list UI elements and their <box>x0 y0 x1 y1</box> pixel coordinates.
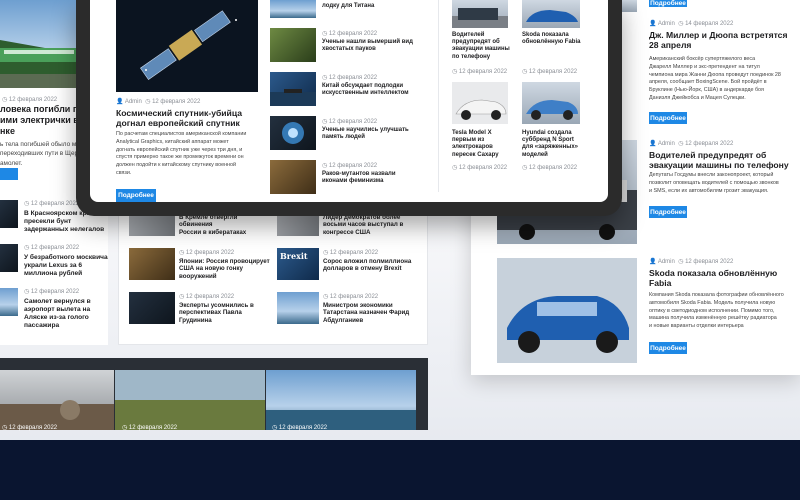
list-thumb-4[interactable] <box>270 160 316 194</box>
a1-meta: 👤 Admin ◷ 14 февраля 2022 <box>649 21 734 27</box>
a3-title[interactable]: Skoda показала обновлённую Fabia <box>649 268 799 289</box>
mid-title-2[interactable]: Японии: Россия провоцирует США на новую … <box>179 258 275 280</box>
mid-title-5[interactable]: Сорос вложил полмиллиона долларов в отме… <box>323 258 423 273</box>
mid-title-1[interactable]: В Кремле отвергли обвинения России в киб… <box>179 214 271 236</box>
band-date-1: ◷ 12 февраля 2022 <box>2 425 58 431</box>
image-band: ◷ 12 февраля 2022 ◷ 12 февраля 2022 ◷ 12… <box>0 358 428 431</box>
satellite-image[interactable] <box>116 0 258 92</box>
list-title-3[interactable]: Ученые научились улучшать память людей <box>322 127 432 141</box>
mid-title-4[interactable]: Лидер демократов более восьми часов выст… <box>323 214 423 236</box>
featured-meta: 👤 Admin ◷ 12 февраля 2022 <box>116 99 201 105</box>
left-list-date-2: ◷ 12 февраля 2022 <box>24 245 80 251</box>
list-thumb-1[interactable] <box>270 28 316 62</box>
tablet-device: 👤 Admin ◷ 12 февраля 2022 Космический сп… <box>76 0 622 216</box>
mid-thumb-3[interactable] <box>129 292 175 324</box>
list-title-0[interactable]: лодку для Титана <box>322 3 432 10</box>
band-image-1[interactable] <box>0 370 114 430</box>
a3-text: Компания Skoda показала фотографии обнов… <box>649 292 784 330</box>
grid-thumb-3[interactable] <box>452 82 508 124</box>
grid-thumb-2[interactable] <box>522 0 580 28</box>
middle-news-panel: В Кремле отвергли обвинения России в киб… <box>118 205 428 345</box>
grid-date-1: ◷ 12 февраля 2022 <box>452 69 508 75</box>
tablet-screen: 👤 Admin ◷ 12 февраля 2022 Космический сп… <box>90 0 608 202</box>
band-date-3: ◷ 12 февраля 2022 <box>272 425 328 431</box>
a2-text: Депутаты Госдумы внесли законопроект, ко… <box>649 172 779 194</box>
band-date-2: ◷ 12 февраля 2022 <box>122 425 178 431</box>
mid-date-6: ◷ 12 февраля 2022 <box>323 294 379 300</box>
left-list-date-1: ◷ 12 февраля 2022 <box>24 201 80 207</box>
grid-title-2[interactable]: Skoda показала обновлённую Fabia <box>522 32 584 46</box>
featured-text: По расчетам специалистов американской ко… <box>116 131 247 177</box>
list-title-2[interactable]: Китай обсуждает подлодки искусственным и… <box>322 83 432 97</box>
band-image-3[interactable] <box>266 370 416 430</box>
list-thumb-0[interactable] <box>270 0 316 18</box>
grid-title-4[interactable]: Hyundai создала суббренд N Sport для «за… <box>522 130 584 159</box>
a2-title[interactable]: Водителей предупредят об эвакуации машин… <box>649 150 799 171</box>
brexit-label: Brexit <box>280 251 308 261</box>
mid-title-6[interactable]: Министром экономики Татарстана назначен … <box>323 302 423 324</box>
mid-date-2: ◷ 12 февраля 2022 <box>179 250 235 256</box>
left-list-title-3[interactable]: Самолет вернулся в аэропорт вылета на Ал… <box>24 298 108 330</box>
left-more-button[interactable] <box>0 168 18 180</box>
column-divider <box>438 0 439 192</box>
a2-meta: 👤 Admin ◷ 12 февраля 2022 <box>649 141 734 147</box>
featured-more-button[interactable]: Подробнее <box>116 189 156 202</box>
grid-thumb-4[interactable] <box>522 82 580 124</box>
list-title-1[interactable]: Ученые нашли вымерший вид хвостатых паук… <box>322 39 432 53</box>
left-featured-date: ◷ 12 февраля 2022 <box>2 97 58 103</box>
mid-date-3: ◷ 12 февраля 2022 <box>179 294 235 300</box>
grid-title-1[interactable]: Водителей предупредят об эвакуации машин… <box>452 32 514 61</box>
a1-more-button[interactable]: Подробнее <box>649 112 687 124</box>
right-top-more-button[interactable]: Подробнее <box>649 0 687 7</box>
list-date-4: ◷ 12 февраля 2022 <box>322 163 378 169</box>
list-date-3: ◷ 12 февраля 2022 <box>322 119 378 125</box>
list-thumb-2[interactable] <box>270 72 316 106</box>
mid-title-3[interactable]: Эксперты усомнились в перспективах Павла… <box>179 302 275 324</box>
featured-title[interactable]: Космический спутник-убийца догнал европе… <box>116 108 276 129</box>
band-image-2[interactable] <box>115 370 265 430</box>
left-list-thumb-1[interactable] <box>0 200 18 228</box>
a3-meta: 👤 Admin ◷ 12 февраля 2022 <box>649 259 734 265</box>
grid-date-4: ◷ 12 февраля 2022 <box>522 165 578 171</box>
list-date-2: ◷ 12 февраля 2022 <box>322 75 378 81</box>
grid-date-3: ◷ 12 февраля 2022 <box>452 165 508 171</box>
list-title-4[interactable]: Раков-мутантов назвали иконами феминизма <box>322 171 432 185</box>
left-list-thumb-2[interactable] <box>0 244 18 272</box>
grid-date-2: ◷ 12 февраля 2022 <box>522 69 578 75</box>
a1-text: Американский боксёр супертяжелого веса Д… <box>649 56 781 102</box>
left-list-date-3: ◷ 12 февраля 2022 <box>24 289 80 295</box>
left-list-thumb-3[interactable] <box>0 288 18 316</box>
a3-more-button[interactable]: Подробнее <box>649 342 687 354</box>
mid-date-5: ◷ 12 февраля 2022 <box>323 250 379 256</box>
mid-thumb-2[interactable] <box>129 248 175 280</box>
grid-title-3[interactable]: Tesla Model X первым из электрокаров пер… <box>452 130 514 159</box>
skoda-image[interactable] <box>497 258 637 363</box>
grid-thumb-1[interactable] <box>452 0 508 28</box>
left-list-title-2[interactable]: У безработного москвича украли Lexus за … <box>24 254 108 278</box>
list-thumb-3[interactable] <box>270 116 316 150</box>
a2-more-button[interactable]: Подробнее <box>649 206 687 218</box>
a1-title[interactable]: Дж. Миллер и Дюопа встретятся 28 апреля <box>649 30 799 51</box>
brexit-thumb[interactable]: Brexit <box>277 248 319 280</box>
list-date-1: ◷ 12 февраля 2022 <box>322 31 378 37</box>
mid-thumb-6[interactable] <box>277 292 319 324</box>
